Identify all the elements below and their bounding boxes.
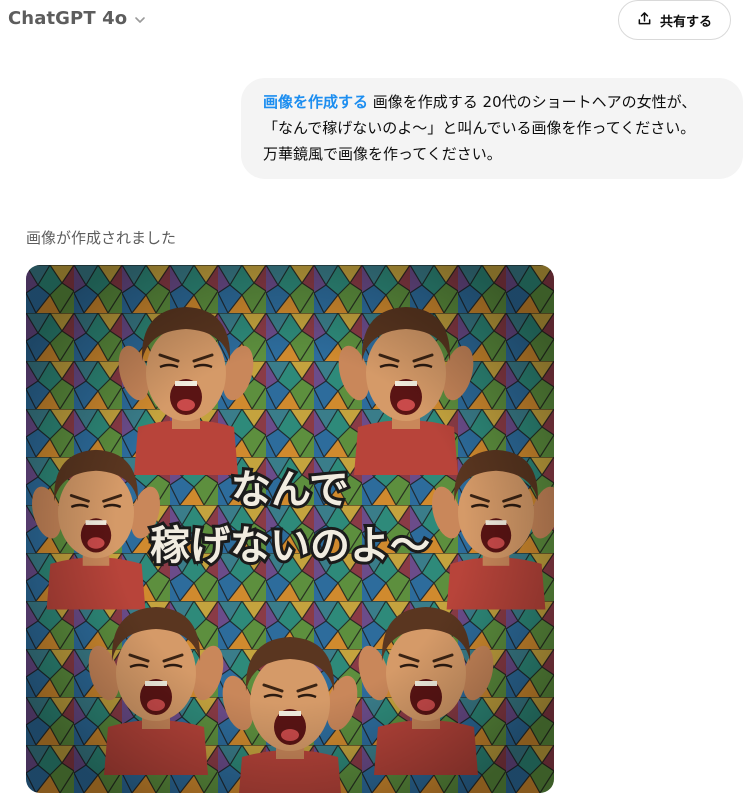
chat-page: ChatGPT 4o 共有する 画像を作成する 画像を作成する 20代のショート… <box>0 0 743 794</box>
image-caption-line-1: なんで <box>231 467 349 513</box>
chevron-down-icon <box>133 12 147 26</box>
share-upload-icon <box>637 11 652 30</box>
image-caption-line-2: 稼げないのよ〜 <box>150 523 430 569</box>
user-message-text-1: 画像を作成する 20代のショートヘアの女性が、 <box>368 93 697 111</box>
image-created-status: 画像が作成されました <box>26 229 177 247</box>
user-message-bubble: 画像を作成する 画像を作成する 20代のショートヘアの女性が、 「なんで稼げない… <box>241 78 743 179</box>
user-message-line-2: 「なんで稼げないのよ〜」と叫んでいる画像を作ってください。 <box>263 119 696 137</box>
model-title: ChatGPT 4o <box>8 8 128 29</box>
generated-image[interactable]: なんで 稼げないのよ〜 <box>26 265 554 793</box>
share-label: 共有する <box>659 14 712 30</box>
model-selector[interactable]: ChatGPT 4o <box>8 8 147 29</box>
user-message-line-3: 万華鏡風で画像を作ってください。 <box>263 145 502 163</box>
user-message-line-1: 画像を作成する 画像を作成する 20代のショートヘアの女性が、 <box>263 89 725 115</box>
create-image-tag[interactable]: 画像を作成する <box>263 93 368 111</box>
share-button[interactable]: 共有する <box>618 0 731 40</box>
